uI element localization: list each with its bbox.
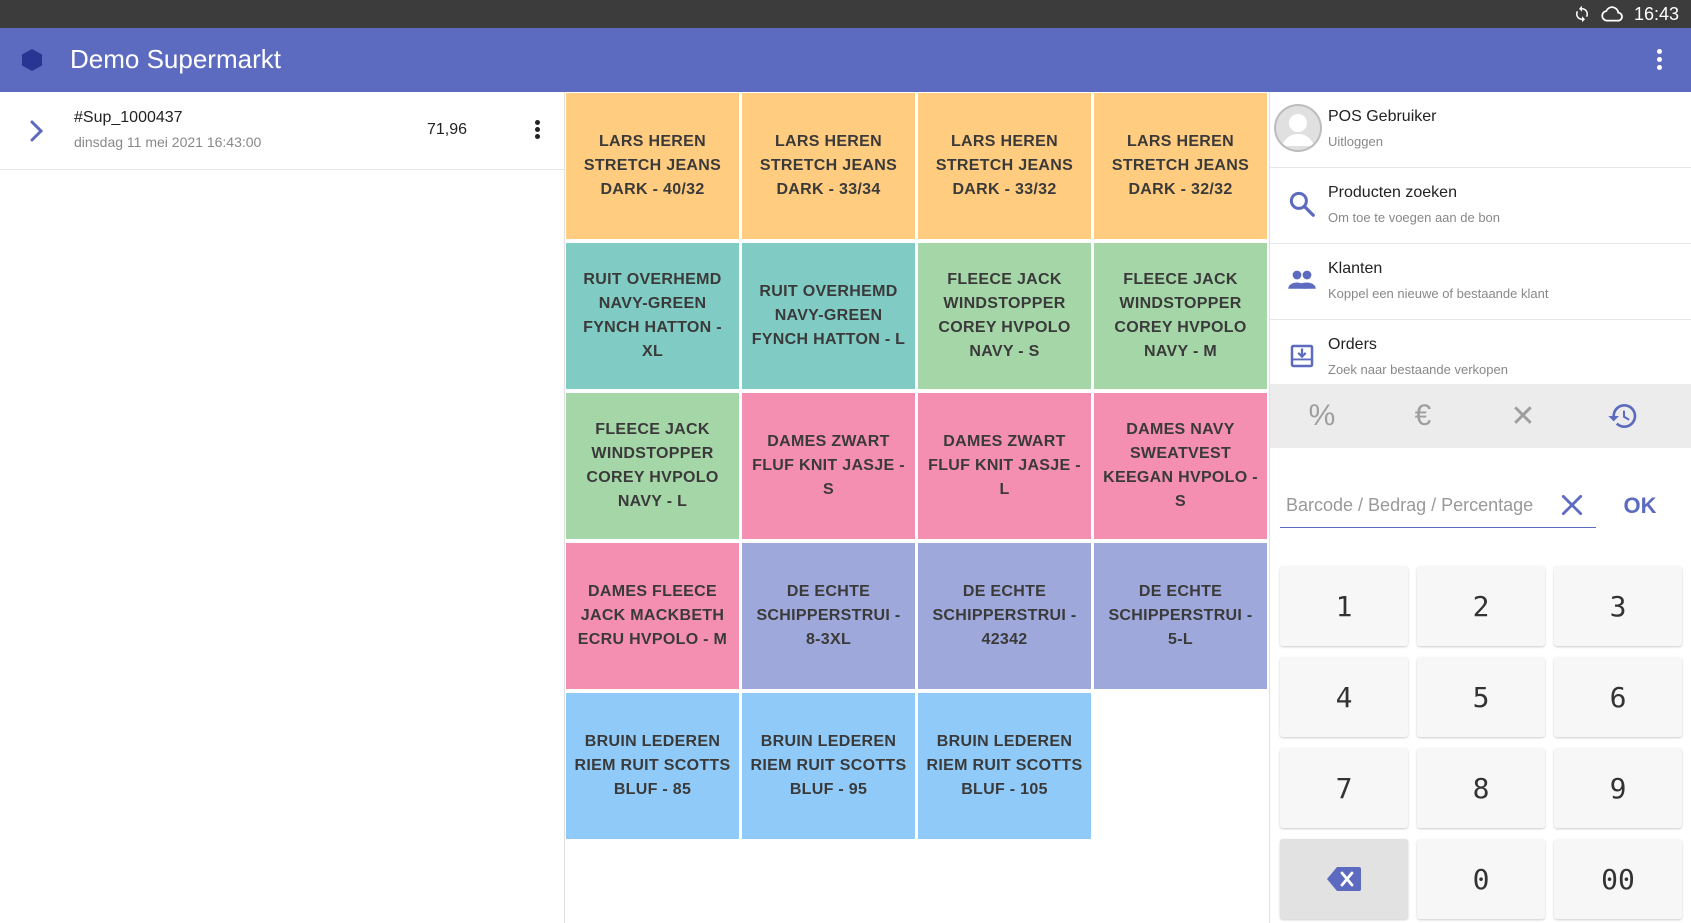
app-bar: Demo Supermarkt [0, 28, 1691, 92]
user-name: POS Gebruiker [1328, 108, 1436, 126]
product-tile[interactable]: FLEECE JACK WINDSTOPPER COREY HVPOLO NAV… [1094, 243, 1267, 389]
logout-link[interactable]: Uitloggen [1328, 134, 1383, 149]
menu-item-title: Producten zoeken [1328, 184, 1457, 202]
cloud-icon [1601, 6, 1623, 27]
product-tile[interactable]: LARS HEREN STRETCH JEANS DARK - 40/32 [566, 93, 739, 239]
order-more-icon[interactable] [532, 118, 542, 146]
key-3[interactable]: 3 [1554, 566, 1682, 646]
chevron-right-icon[interactable] [26, 114, 48, 153]
numeric-keypad: 1 2 3 4 5 6 7 8 9 0 00 [1270, 558, 1691, 923]
product-tile[interactable]: DAMES ZWART FLUF KNIT JASJE - S [742, 393, 915, 539]
search-icon [1282, 184, 1322, 224]
key-5[interactable]: 5 [1417, 657, 1545, 737]
user-card[interactable]: POS Gebruiker Uitloggen [1270, 92, 1691, 168]
close-icon[interactable] [1559, 492, 1585, 518]
order-id: #Sup_1000437 [74, 109, 183, 127]
product-grid: LARS HEREN STRETCH JEANS DARK - 40/32LAR… [565, 92, 1269, 923]
menu-item-title: Klanten [1328, 260, 1382, 278]
product-tile[interactable]: LARS HEREN STRETCH JEANS DARK - 33/34 [742, 93, 915, 239]
key-9[interactable]: 9 [1554, 748, 1682, 828]
menu-item-subtitle: Om toe te voegen aan de bon [1328, 210, 1500, 225]
product-tile[interactable]: DAMES NAVY SWEATVEST KEEGAN HVPOLO - S [1094, 393, 1267, 539]
order-list-pane: #Sup_1000437 dinsdag 11 mei 2021 16:43:0… [0, 92, 565, 923]
key-6[interactable]: 6 [1554, 657, 1682, 737]
menu-item-title: Orders [1328, 336, 1377, 354]
product-tile[interactable]: LARS HEREN STRETCH JEANS DARK - 32/32 [1094, 93, 1267, 239]
tool-row: % € ✕ [1270, 384, 1691, 448]
euro-discount-button[interactable]: € [1373, 384, 1473, 448]
product-tile[interactable]: DE ECHTE SCHIPPERSTRUI - 42342 [918, 543, 1091, 689]
backspace-button[interactable] [1280, 839, 1408, 919]
hexagon-logo-icon [20, 48, 44, 77]
key-8[interactable]: 8 [1417, 748, 1545, 828]
key-7[interactable]: 7 [1280, 748, 1408, 828]
avatar [1274, 104, 1322, 152]
history-icon[interactable] [1573, 384, 1673, 448]
product-tile[interactable]: RUIT OVERHEMD NAVY-GREEN FYNCH HATTON - … [566, 243, 739, 389]
product-tile[interactable]: BRUIN LEDEREN RIEM RUIT SCOTTS BLUF - 95 [742, 693, 915, 839]
product-tile[interactable]: DE ECHTE SCHIPPERSTRUI - 8-3XL [742, 543, 915, 689]
status-bar: 16:43 [0, 0, 1691, 28]
order-row[interactable]: #Sup_1000437 dinsdag 11 mei 2021 16:43:0… [0, 92, 564, 170]
product-tile[interactable]: FLEECE JACK WINDSTOPPER COREY HVPOLO NAV… [566, 393, 739, 539]
product-tile[interactable]: LARS HEREN STRETCH JEANS DARK - 33/32 [918, 93, 1091, 239]
inbox-download-icon [1282, 336, 1322, 376]
more-vert-icon[interactable] [1653, 46, 1665, 76]
percent-discount-button[interactable]: % [1272, 384, 1372, 448]
key-0[interactable]: 0 [1417, 839, 1545, 919]
app-title: Demo Supermarkt [70, 44, 281, 75]
menu-item-products[interactable]: Producten zoeken Om toe te voegen aan de… [1270, 168, 1691, 244]
key-4[interactable]: 4 [1280, 657, 1408, 737]
barcode-input[interactable] [1280, 484, 1596, 528]
product-tile[interactable]: DE ECHTE SCHIPPERSTRUI - 5-L [1094, 543, 1267, 689]
backspace-icon [1326, 866, 1362, 892]
people-icon [1282, 260, 1322, 300]
product-tile[interactable]: FLEECE JACK WINDSTOPPER COREY HVPOLO NAV… [918, 243, 1091, 389]
product-tile[interactable]: DAMES ZWART FLUF KNIT JASJE - L [918, 393, 1091, 539]
key-1[interactable]: 1 [1280, 566, 1408, 646]
ok-button[interactable]: OK [1610, 484, 1670, 528]
input-area: OK [1270, 448, 1691, 558]
product-tile[interactable]: BRUIN LEDEREN RIEM RUIT SCOTTS BLUF - 85 [566, 693, 739, 839]
order-amount: 71,96 [427, 121, 467, 139]
clear-button[interactable]: ✕ [1473, 384, 1573, 448]
key-2[interactable]: 2 [1417, 566, 1545, 646]
key-00[interactable]: 00 [1554, 839, 1682, 919]
menu-item-customers[interactable]: Klanten Koppel een nieuwe of bestaande k… [1270, 244, 1691, 320]
sync-icon [1573, 5, 1591, 28]
menu-item-subtitle: Zoek naar bestaande verkopen [1328, 362, 1508, 377]
order-date: dinsdag 11 mei 2021 16:43:00 [74, 134, 261, 150]
product-tile[interactable]: BRUIN LEDEREN RIEM RUIT SCOTTS BLUF - 10… [918, 693, 1091, 839]
right-pane: POS Gebruiker Uitloggen Producten zoeken… [1269, 92, 1691, 923]
product-tile[interactable]: DAMES FLEECE JACK MACKBETH ECRU HVPOLO -… [566, 543, 739, 689]
product-tile[interactable]: RUIT OVERHEMD NAVY-GREEN FYNCH HATTON - … [742, 243, 915, 389]
menu-item-subtitle: Koppel een nieuwe of bestaande klant [1328, 286, 1548, 301]
status-time: 16:43 [1634, 4, 1679, 25]
